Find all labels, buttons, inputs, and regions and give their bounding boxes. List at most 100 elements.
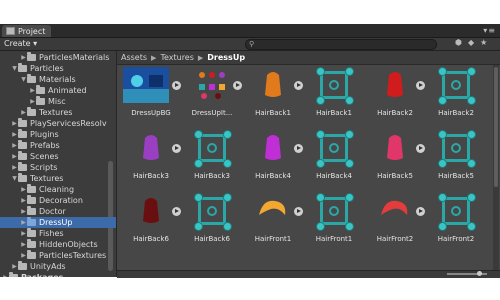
tree-item-scripts[interactable]: ▶ Scripts (0, 162, 116, 173)
expand-sprites-icon[interactable] (172, 207, 181, 216)
tree-item-dressup[interactable]: ▶ DressUp (0, 217, 116, 228)
collapsed-arrow-icon[interactable]: ▶ (20, 230, 27, 237)
asset-item[interactable]: HairBack6 (121, 193, 181, 255)
project-window: Project ▾≡ Create ▾ ⚲ ⬢ ◆ ★ ▶ ParticlesMa… (0, 24, 500, 278)
tree-item-animated[interactable]: ▶ Animated (0, 85, 116, 96)
tree-item-unityads[interactable]: ▶ UnityAds (0, 261, 116, 272)
collapsed-arrow-icon[interactable]: ▶ (11, 164, 18, 171)
expanded-arrow-icon[interactable]: ▼ (11, 65, 18, 72)
expand-sprites-icon[interactable] (172, 144, 181, 153)
tree-item-scenes[interactable]: ▶ Scenes (0, 151, 116, 162)
folder-icon (27, 206, 36, 215)
folder-icon (27, 195, 36, 204)
slider-knob[interactable] (477, 271, 482, 276)
expanded-arrow-icon[interactable]: ▼ (11, 175, 18, 182)
asset-label: HairFront2 (437, 235, 475, 243)
collapsed-arrow-icon[interactable]: ▶ (20, 219, 27, 226)
collapsed-arrow-icon[interactable]: ▶ (20, 241, 27, 248)
asset-item[interactable]: DressUpIt... (182, 67, 242, 129)
collapsed-arrow-icon[interactable]: ▶ (29, 98, 36, 105)
icon-size-slider[interactable] (447, 271, 487, 276)
tree-item-label: Fishes (39, 229, 64, 238)
tree-item-particlestextures[interactable]: ▶ ParticlesTextures (0, 250, 116, 261)
expand-sprites-icon[interactable] (416, 144, 425, 153)
collapsed-arrow-icon[interactable]: ▶ (11, 131, 18, 138)
tree-item-label: ParticlesMaterials (39, 53, 110, 62)
filter-by-label-icon[interactable]: ◆ (468, 38, 474, 47)
collapsed-arrow-icon[interactable]: ▶ (20, 197, 27, 204)
search-input[interactable]: ⚲ (245, 39, 437, 50)
tree-item-label: Packages (21, 273, 63, 277)
tree-item-packages[interactable]: ▶ Packages (0, 272, 116, 277)
collapsed-arrow-icon[interactable]: ▶ (11, 120, 18, 127)
asset-item[interactable]: HairBack3 (121, 130, 181, 192)
tree-item-materials[interactable]: ▼ Materials (0, 74, 116, 85)
breadcrumb-item[interactable]: Assets (121, 53, 147, 62)
filter-by-type-icon[interactable]: ⬢ (455, 38, 462, 47)
collapsed-arrow-icon[interactable]: ▶ (20, 54, 27, 61)
tree-item-hiddenobjects[interactable]: ▶ HiddenObjects (0, 239, 116, 250)
toolbar: Create ▾ ⚲ ⬢ ◆ ★ (0, 38, 500, 51)
asset-item[interactable]: HairBack1 (304, 67, 364, 129)
collapsed-arrow-icon[interactable]: ▶ (20, 252, 27, 259)
expanded-arrow-icon[interactable]: ▼ (20, 76, 27, 83)
breadcrumb-item[interactable]: Textures (160, 53, 193, 62)
expand-sprites-icon[interactable] (172, 81, 181, 90)
asset-item[interactable]: HairBack3 (182, 130, 242, 192)
asset-item[interactable]: HairBack1 (243, 67, 303, 129)
collapsed-arrow-icon[interactable]: ▶ (11, 142, 18, 149)
hair-front-sprite-icon (377, 193, 413, 229)
folder-icon (18, 140, 27, 149)
breadcrumb-current[interactable]: DressUp (207, 53, 245, 62)
favorite-icon[interactable]: ★ (480, 38, 487, 47)
tree-item-prefabs[interactable]: ▶ Prefabs (0, 140, 116, 151)
tree-item-textures[interactable]: ▶ Textures (0, 107, 116, 118)
collapsed-arrow-icon[interactable]: ▶ (20, 208, 27, 215)
asset-item[interactable]: HairBack5 (365, 130, 425, 192)
tree-item-misc[interactable]: ▶ Misc (0, 96, 116, 107)
collapsed-arrow-icon[interactable]: ▶ (20, 186, 27, 193)
tree-item-playservicesresolv[interactable]: ▶ PlayServicesResolv (0, 118, 116, 129)
scrollbar-thumb[interactable] (494, 67, 498, 187)
expand-sprites-icon[interactable] (233, 81, 242, 90)
collapsed-arrow-icon[interactable]: ▶ (11, 263, 18, 270)
asset-item[interactable]: HairBack5 (426, 130, 486, 192)
tree-item-particlesmaterials[interactable]: ▶ ParticlesMaterials (0, 52, 116, 63)
expand-sprites-icon[interactable] (294, 144, 303, 153)
asset-scrollbar[interactable] (493, 65, 499, 277)
asset-item[interactable]: HairFront1 (304, 193, 364, 255)
asset-item[interactable]: HairFront2 (426, 193, 486, 255)
asset-item[interactable]: HairFront2 (365, 193, 425, 255)
asset-item[interactable]: DressUpBG (121, 67, 181, 129)
collapsed-arrow-icon[interactable]: ▶ (20, 109, 27, 116)
search-icon: ⚲ (249, 40, 255, 48)
asset-item[interactable]: HairBack6 (182, 193, 242, 255)
tree-item-fishes[interactable]: ▶ Fishes (0, 228, 116, 239)
asset-label: HairBack2 (377, 109, 413, 117)
tree-item-plugins[interactable]: ▶ Plugins (0, 129, 116, 140)
tree-item-cleaning[interactable]: ▶ Cleaning (0, 184, 116, 195)
window-menu-icon[interactable]: ▾≡ (483, 26, 496, 35)
tree-item-textures[interactable]: ▼ Textures (0, 173, 116, 184)
expand-sprites-icon[interactable] (416, 81, 425, 90)
asset-item[interactable]: HairBack4 (243, 130, 303, 192)
folder-icon (27, 239, 36, 248)
collapsed-arrow-icon[interactable]: ▶ (2, 274, 9, 277)
expand-sprites-icon[interactable] (294, 81, 303, 90)
tree-item-label: Prefabs (30, 141, 60, 150)
asset-item[interactable]: HairBack4 (304, 130, 364, 192)
tree-item-decoration[interactable]: ▶ Decoration (0, 195, 116, 206)
create-button[interactable]: Create ▾ (4, 39, 37, 48)
collapsed-arrow-icon[interactable]: ▶ (11, 153, 18, 160)
tree-item-particles[interactable]: ▼ Particles (0, 63, 116, 74)
asset-item[interactable]: HairBack2 (365, 67, 425, 129)
asset-label: HairBack1 (316, 109, 352, 117)
collapsed-arrow-icon[interactable]: ▶ (29, 87, 36, 94)
tree-item-doctor[interactable]: ▶ Doctor (0, 206, 116, 217)
expand-sprites-icon[interactable] (416, 207, 425, 216)
expand-sprites-icon[interactable] (294, 207, 303, 216)
tree-item-label: Decoration (39, 196, 83, 205)
asset-item[interactable]: HairFront1 (243, 193, 303, 255)
tab-project[interactable]: Project (2, 25, 52, 37)
asset-item[interactable]: HairBack2 (426, 67, 486, 129)
